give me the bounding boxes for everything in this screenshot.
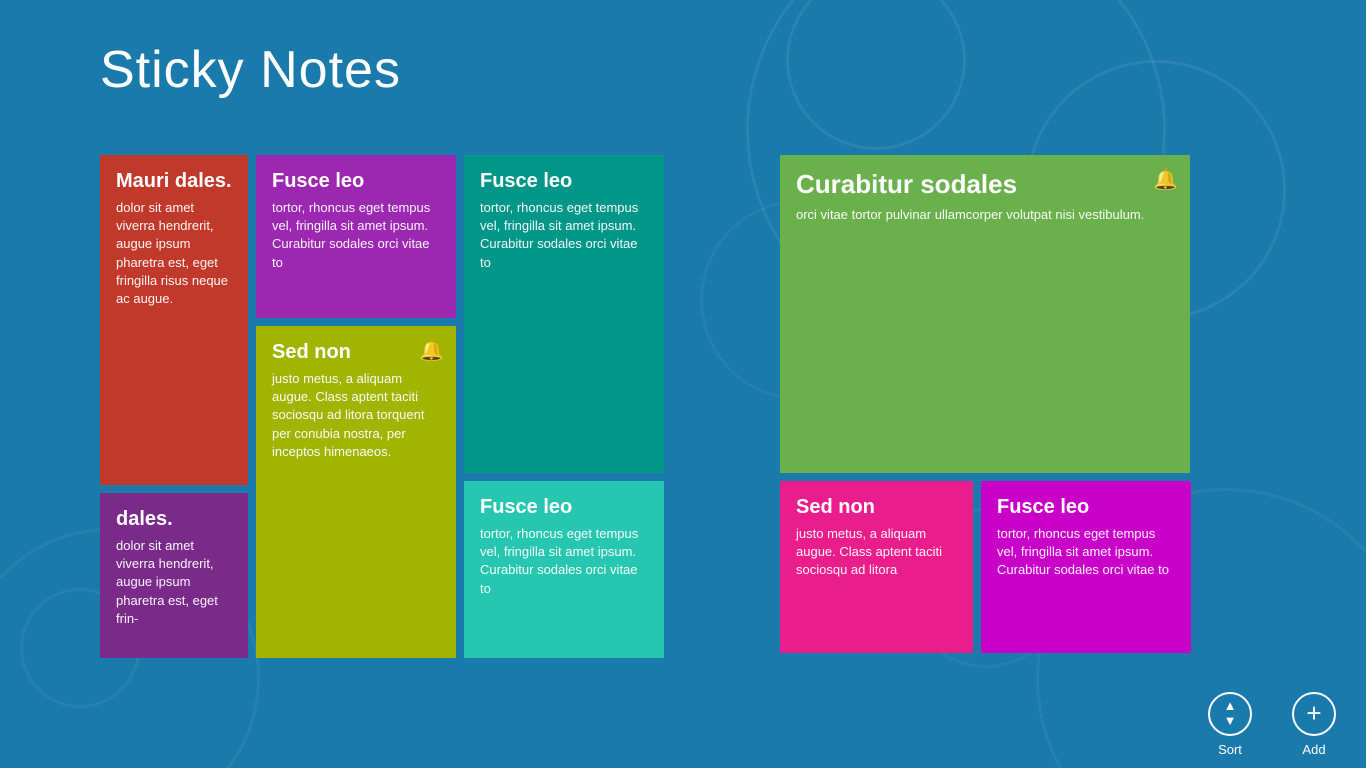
notes-column-2: Fusce leo tortor, rhoncus eget tempus ve… — [464, 155, 664, 658]
note-fusce-teal2-title: Fusce leo — [480, 495, 648, 519]
note-dales-bottom[interactable]: dales. dolor sit amet viverra hendrerit,… — [100, 493, 248, 658]
bell-icon-green: 🔔 — [1153, 167, 1178, 192]
page-title: Sticky Notes — [100, 40, 401, 100]
note-mauri-title: Mauri dales. — [116, 169, 232, 193]
note-fusce-teal-body: tortor, rhoncus eget tempus vel, fringil… — [480, 199, 648, 272]
note-curabitur[interactable]: 🔔 Curabitur sodales orci vitae tortor pu… — [780, 155, 1190, 473]
note-sed-non-title: Sed non — [272, 340, 440, 364]
bottom-toolbar: ▲ ▼ Sort + Add — [1066, 680, 1366, 768]
note-sed-non2[interactable]: Sed non justo metus, a aliquam augue. Cl… — [780, 481, 973, 653]
note-fusce1[interactable]: Fusce leo tortor, rhoncus eget tempus ve… — [256, 155, 456, 318]
note-fusce1-title: Fusce leo — [272, 169, 440, 193]
note-sed-non[interactable]: 🔔 Sed non justo metus, a aliquam augue. … — [256, 326, 456, 658]
note-curabitur-title: Curabitur sodales — [796, 169, 1174, 200]
note-mauri[interactable]: Mauri dales. dolor sit amet viverra hend… — [100, 155, 248, 485]
note-fusce-teal[interactable]: Fusce leo tortor, rhoncus eget tempus ve… — [464, 155, 664, 473]
note-bottom-row: Sed non justo metus, a aliquam augue. Cl… — [780, 481, 1191, 653]
note-fusce-teal2[interactable]: Fusce leo tortor, rhoncus eget tempus ve… — [464, 481, 664, 658]
note-fusce-magenta-body: tortor, rhoncus eget tempus vel, fringil… — [997, 525, 1175, 580]
note-sed-non2-title: Sed non — [796, 495, 957, 519]
note-fusce-magenta-title: Fusce leo — [997, 495, 1175, 519]
notes-grid: Mauri dales. dolor sit amet viverra hend… — [100, 155, 1191, 658]
gap-column — [672, 155, 772, 658]
sort-label: Sort — [1218, 742, 1242, 757]
note-dales-title: dales. — [116, 507, 232, 531]
note-curabitur-body: orci vitae tortor pulvinar ullamcorper v… — [796, 206, 1174, 224]
note-fusce1-body: tortor, rhoncus eget tempus vel, fringil… — [272, 199, 440, 272]
add-icon[interactable]: + — [1292, 692, 1336, 736]
notes-column-1: Fusce leo tortor, rhoncus eget tempus ve… — [256, 155, 456, 658]
sort-icon[interactable]: ▲ ▼ — [1208, 692, 1252, 736]
note-fusce-teal2-body: tortor, rhoncus eget tempus vel, fringil… — [480, 525, 648, 598]
note-fusce-magenta[interactable]: Fusce leo tortor, rhoncus eget tempus ve… — [981, 481, 1191, 653]
bell-icon: 🔔 — [419, 338, 444, 363]
note-dales-body: dolor sit amet viverra hendrerit, augue … — [116, 537, 232, 628]
note-fusce-teal-title: Fusce leo — [480, 169, 648, 193]
notes-column-0: Mauri dales. dolor sit amet viverra hend… — [100, 155, 248, 658]
note-sed-non-body: justo metus, a aliquam augue. Class apte… — [272, 370, 440, 461]
note-mauri-body: dolor sit amet viverra hendrerit, augue … — [116, 199, 232, 308]
sort-button[interactable]: ▲ ▼ Sort — [1208, 692, 1252, 757]
add-button[interactable]: + Add — [1292, 692, 1336, 757]
note-sed-non2-body: justo metus, a aliquam augue. Class apte… — [796, 525, 957, 580]
sort-arrows-icon: ▲ ▼ — [1224, 699, 1237, 728]
notes-column-3: 🔔 Curabitur sodales orci vitae tortor pu… — [780, 155, 1191, 658]
add-label: Add — [1302, 742, 1325, 757]
